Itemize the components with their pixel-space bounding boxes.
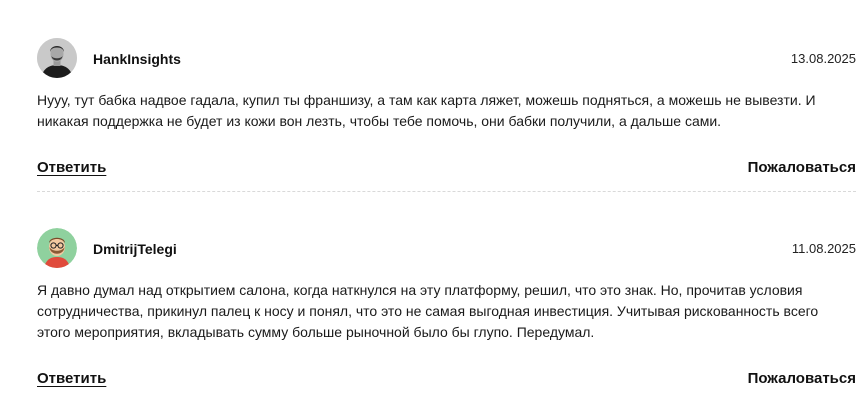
comment-divider	[37, 191, 856, 192]
cartoon-avatar-icon	[37, 228, 77, 268]
comment-date: 13.08.2025	[790, 51, 856, 66]
avatar	[37, 38, 77, 78]
comment-item: HankInsights 13.08.2025 Нууу, тут бабка …	[37, 38, 856, 176]
comment-text: Нууу, тут бабка надвое гадала, купил ты …	[37, 92, 816, 129]
comment-item: DmitrijTelegi 11.08.2025 Я давно думал н…	[37, 228, 856, 387]
comment-header: HankInsights 13.08.2025	[37, 38, 856, 80]
avatar	[37, 228, 77, 268]
comment-text: Я давно думал над открытием салона, когд…	[37, 282, 819, 340]
report-button[interactable]: Пожаловаться	[748, 370, 856, 387]
username: HankInsights	[93, 51, 181, 67]
username: DmitrijTelegi	[93, 241, 177, 257]
comment-date: 11.08.2025	[791, 241, 856, 256]
reply-button[interactable]: Ответить	[37, 159, 106, 176]
reply-button[interactable]: Ответить	[37, 370, 106, 387]
user-photo-icon	[37, 38, 77, 78]
report-button[interactable]: Пожаловаться	[748, 159, 856, 176]
comment-header: DmitrijTelegi 11.08.2025	[37, 228, 856, 270]
